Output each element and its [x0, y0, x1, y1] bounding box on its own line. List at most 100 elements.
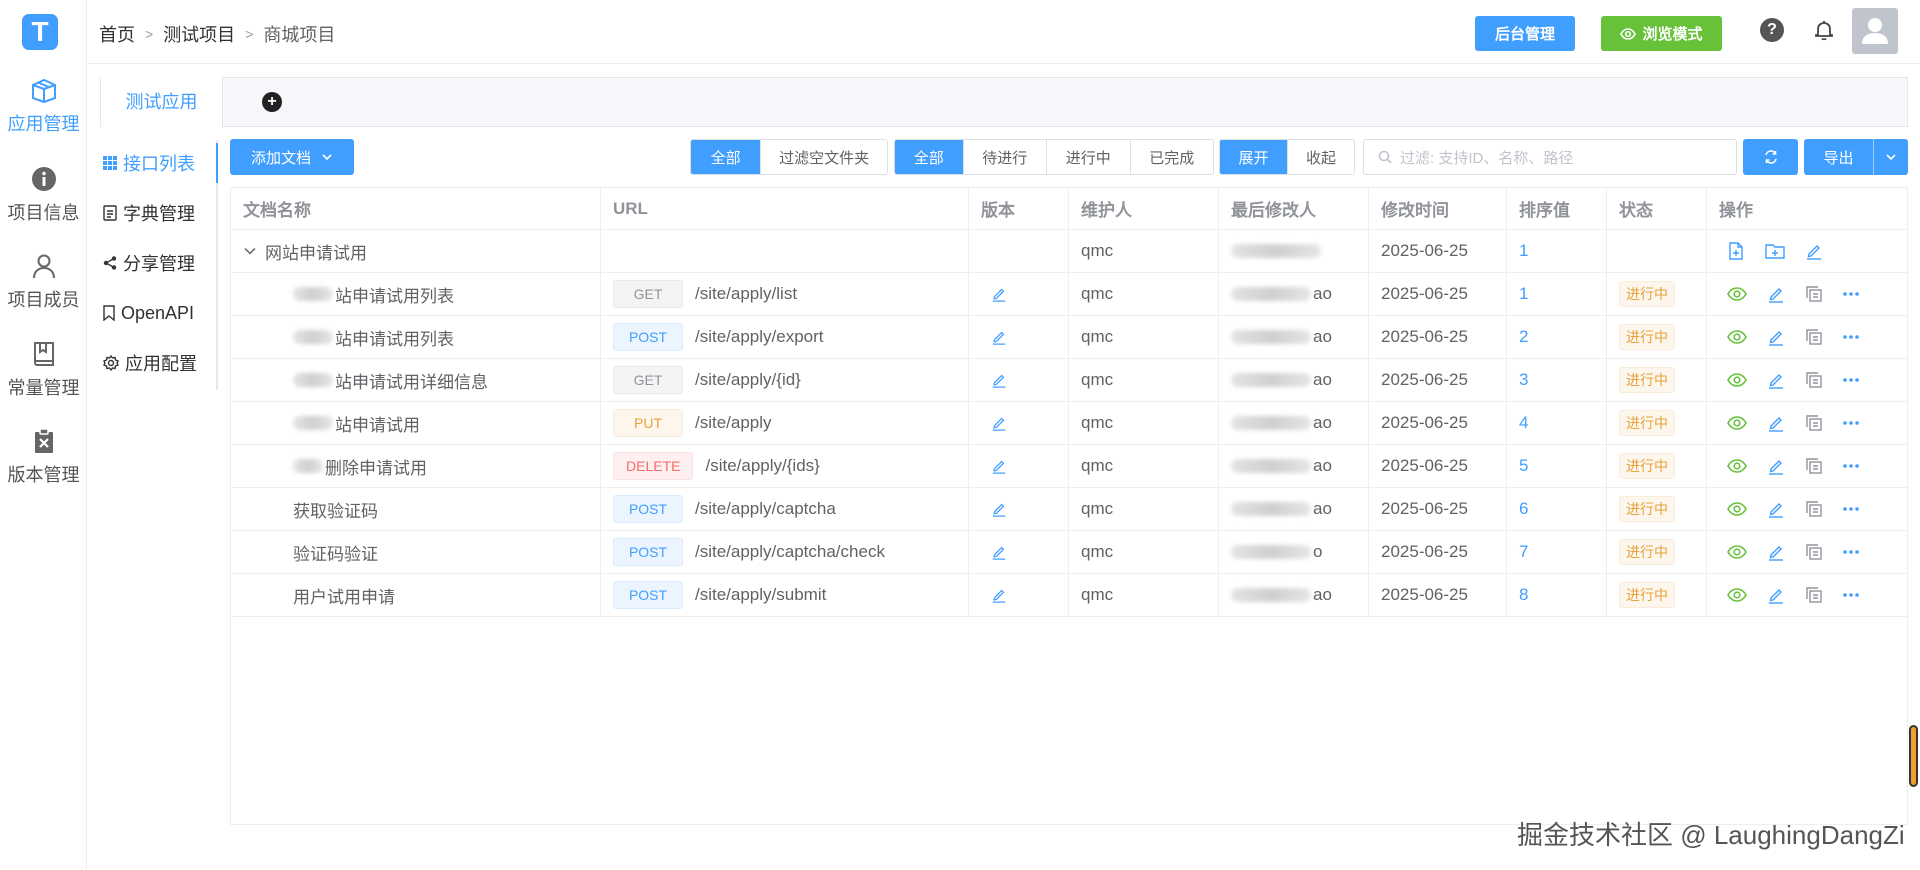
status-filter-all[interactable]: 全部 [895, 140, 963, 174]
chevron-down-icon[interactable] [243, 244, 257, 258]
refresh-button[interactable] [1743, 139, 1798, 175]
edit-icon[interactable] [1767, 285, 1785, 303]
table-row[interactable]: 用户试用申请 POST/site/apply/submit qmc ao 2025-06… [231, 574, 1907, 617]
edit-version-icon[interactable] [991, 587, 1007, 603]
scrollbar-thumb[interactable] [1909, 725, 1918, 787]
copy-icon[interactable] [1805, 328, 1823, 346]
copy-icon[interactable] [1805, 414, 1823, 432]
breadcrumb-project[interactable]: 测试项目 [163, 21, 235, 47]
eye-icon[interactable] [1727, 587, 1747, 603]
submenu-item-dictionary[interactable]: 字典管理 [100, 193, 218, 233]
search-input[interactable]: 过滤: 支持ID、名称、路径 [1363, 139, 1737, 175]
edit-version-icon[interactable] [991, 286, 1007, 302]
submenu-item-api-list[interactable]: 接口列表 [100, 143, 218, 183]
eye-icon[interactable] [1727, 415, 1747, 431]
edit-icon[interactable] [1767, 371, 1785, 389]
edit-icon[interactable] [1805, 242, 1823, 260]
copy-icon[interactable] [1805, 457, 1823, 475]
edit-icon[interactable] [1767, 328, 1785, 346]
more-icon[interactable] [1843, 292, 1859, 296]
submenu-item-share[interactable]: 分享管理 [100, 243, 218, 283]
doc-name[interactable]: 站申请试用列表 [335, 282, 454, 307]
table-row[interactable]: 站申请试用列表 POST/site/apply/export qmc ao 2025-0… [231, 316, 1907, 359]
eye-icon[interactable] [1727, 329, 1747, 345]
more-icon[interactable] [1843, 421, 1859, 425]
filter-all-folders[interactable]: 全部 [691, 140, 761, 174]
eye-icon[interactable] [1727, 501, 1747, 517]
status-filter-done[interactable]: 已完成 [1129, 140, 1213, 174]
edit-version-icon[interactable] [991, 372, 1007, 388]
doc-name[interactable]: 用户试用申请 [293, 583, 395, 608]
submenu-item-app-config[interactable]: 应用配置 [100, 343, 218, 383]
submenu-item-openapi[interactable]: OpenAPI [100, 293, 218, 333]
table-row[interactable]: 站申请试用列表 GET/site/apply/list qmc ao 2025-06-2… [231, 273, 1907, 316]
sidebar-item-app-management[interactable]: 应用管理 [0, 76, 87, 136]
edit-version-icon[interactable] [991, 501, 1007, 517]
table-row[interactable]: 站申请试用详细信息 GET/site/apply/{id} qmc ao 2025-06… [231, 359, 1907, 402]
add-document-button[interactable]: 添加文档 [230, 139, 354, 175]
more-icon[interactable] [1843, 335, 1859, 339]
more-icon[interactable] [1843, 550, 1859, 554]
doc-name[interactable]: 站申请试用列表 [335, 325, 454, 350]
table-row[interactable]: 站申请试用 PUT/site/apply qmc ao 2025-06-25 4 进行中 [231, 402, 1907, 445]
chevron-down-icon [322, 154, 332, 161]
eye-icon[interactable] [1727, 544, 1747, 560]
sidebar-item-project-members[interactable]: 项目成员 [0, 252, 87, 312]
export-button[interactable]: 导出 [1804, 139, 1908, 175]
copy-icon[interactable] [1805, 500, 1823, 518]
admin-button[interactable]: 后台管理 [1475, 16, 1575, 51]
status-filter-pending[interactable]: 待进行 [962, 140, 1047, 174]
expand-all-button[interactable]: 展开 [1220, 140, 1287, 174]
eye-icon[interactable] [1727, 372, 1747, 388]
sidebar-item-versions[interactable]: 版本管理 [0, 427, 87, 487]
avatar[interactable] [1852, 8, 1898, 54]
edit-icon[interactable] [1767, 457, 1785, 475]
table-row[interactable]: 获取验证码 POST/site/apply/captcha qmc ao 2025-06… [231, 488, 1907, 531]
copy-icon[interactable] [1805, 285, 1823, 303]
copy-icon[interactable] [1805, 371, 1823, 389]
doc-name[interactable]: 验证码验证 [293, 540, 378, 565]
doc-modifier: ao [1313, 284, 1332, 303]
folder-row[interactable]: 网站申请试用 qmc 2025-06-25 1 [231, 230, 1907, 273]
browse-mode-button[interactable]: 浏览模式 [1601, 16, 1722, 51]
edit-icon[interactable] [1767, 414, 1785, 432]
bell-icon[interactable] [1812, 18, 1836, 42]
collapse-all-button[interactable]: 收起 [1287, 140, 1354, 174]
help-icon[interactable]: ? [1760, 18, 1784, 42]
doc-name[interactable]: 删除申请试用 [325, 454, 427, 479]
submenu-label: 字典管理 [123, 204, 195, 224]
export-dropdown-toggle[interactable] [1874, 139, 1908, 175]
more-icon[interactable] [1843, 378, 1859, 382]
edit-icon[interactable] [1767, 543, 1785, 561]
edit-version-icon[interactable] [991, 415, 1007, 431]
table-row[interactable]: 验证码验证 POST/site/apply/captcha/check qmc o 20… [231, 531, 1907, 574]
status-filter-in-progress[interactable]: 进行中 [1046, 140, 1130, 174]
table-row[interactable]: 删除申请试用 DELETE/site/apply/{ids} qmc ao 2025-0… [231, 445, 1907, 488]
new-folder-icon[interactable] [1765, 242, 1785, 260]
export-label[interactable]: 导出 [1804, 139, 1874, 175]
eye-icon[interactable] [1727, 458, 1747, 474]
add-tab-icon[interactable]: + [262, 92, 282, 112]
app-logo[interactable]: T [22, 14, 58, 50]
copy-icon[interactable] [1805, 543, 1823, 561]
new-file-icon[interactable] [1727, 242, 1745, 260]
edit-version-icon[interactable] [991, 458, 1007, 474]
doc-name[interactable]: 获取验证码 [293, 497, 378, 522]
doc-name[interactable]: 站申请试用 [335, 411, 420, 436]
filter-empty-folders[interactable]: 过滤空文件夹 [760, 140, 887, 174]
sidebar-item-constants[interactable]: 常量管理 [0, 340, 87, 400]
redacted-text [293, 416, 333, 430]
sidebar-item-project-info[interactable]: 项目信息 [0, 165, 87, 225]
edit-version-icon[interactable] [991, 544, 1007, 560]
more-icon[interactable] [1843, 464, 1859, 468]
copy-icon[interactable] [1805, 586, 1823, 604]
tab-test-app[interactable]: 测试应用 [101, 77, 223, 128]
edit-icon[interactable] [1767, 586, 1785, 604]
eye-icon[interactable] [1727, 286, 1747, 302]
edit-icon[interactable] [1767, 500, 1785, 518]
breadcrumb-home[interactable]: 首页 [99, 21, 135, 47]
edit-version-icon[interactable] [991, 329, 1007, 345]
more-icon[interactable] [1843, 507, 1859, 511]
doc-name[interactable]: 站申请试用详细信息 [335, 368, 488, 393]
more-icon[interactable] [1843, 593, 1859, 597]
